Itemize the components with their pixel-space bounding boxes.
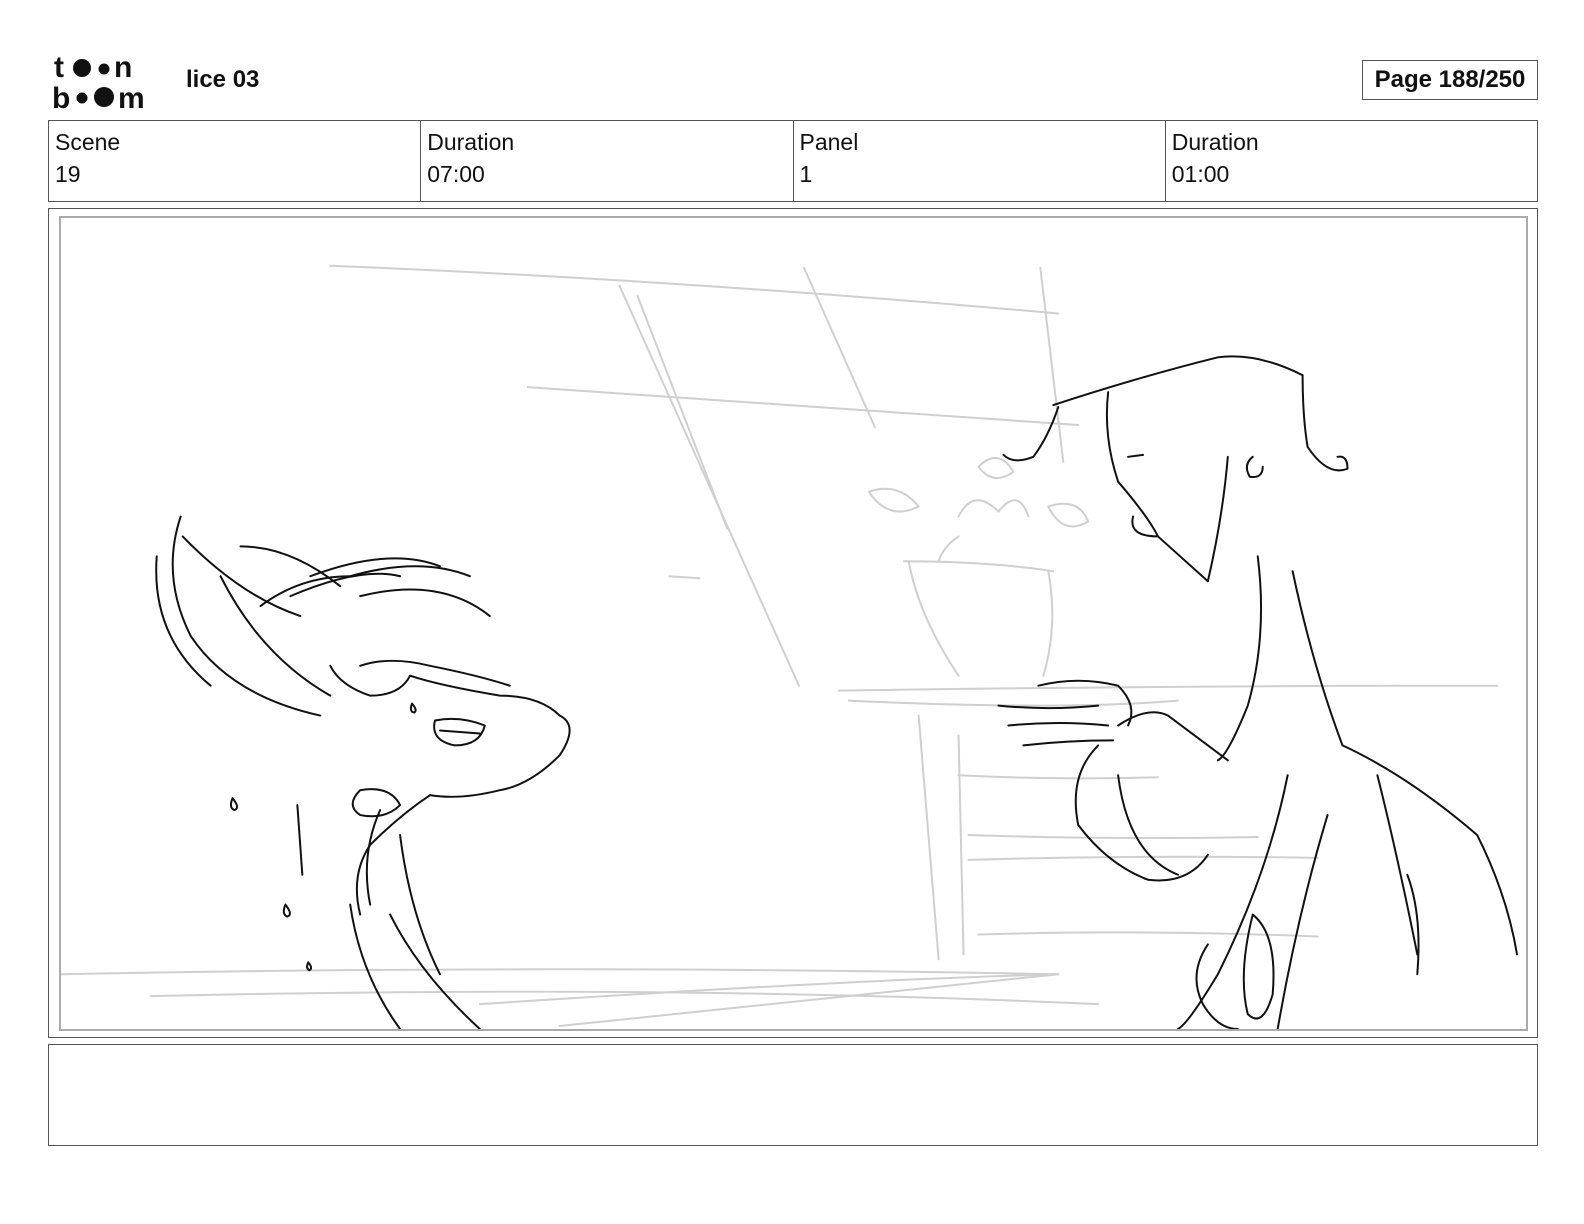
panel-cell: Panel 1 xyxy=(794,121,1166,201)
project-title: lice 03 xyxy=(186,66,260,93)
panel-label: Panel xyxy=(799,129,859,155)
page-indicator: Page 188/250 xyxy=(1362,60,1538,100)
panel-notes-area[interactable] xyxy=(48,1044,1538,1146)
svg-text:b: b xyxy=(52,82,70,112)
scene-duration-label: Duration xyxy=(427,129,515,155)
svg-text:n: n xyxy=(114,51,132,84)
storyboard-panel-frame xyxy=(48,208,1538,1038)
svg-text:m: m xyxy=(118,82,145,112)
toon-boom-logo: t n b m xyxy=(52,50,164,115)
scene-label: Scene xyxy=(55,129,121,155)
panel-duration-label: Duration xyxy=(1171,129,1259,155)
storyboard-panel-drawing[interactable] xyxy=(59,216,1528,1031)
sketch-image xyxy=(61,264,1519,1029)
scene-duration-value: 07:00 xyxy=(427,161,485,187)
panel-duration-cell: Duration 01:00 xyxy=(1166,121,1537,201)
svg-text:t: t xyxy=(54,51,64,84)
scene-cell: Scene 19 xyxy=(49,121,422,201)
panel-duration-value: 01:00 xyxy=(1171,161,1230,187)
scene-duration-cell: Duration 07:00 xyxy=(421,121,794,201)
scene-value: 19 xyxy=(55,161,81,187)
panel-value: 1 xyxy=(799,161,813,187)
scene-info-table: Scene 19 Duration 07:00 Panel 1 Duration… xyxy=(48,120,1538,202)
